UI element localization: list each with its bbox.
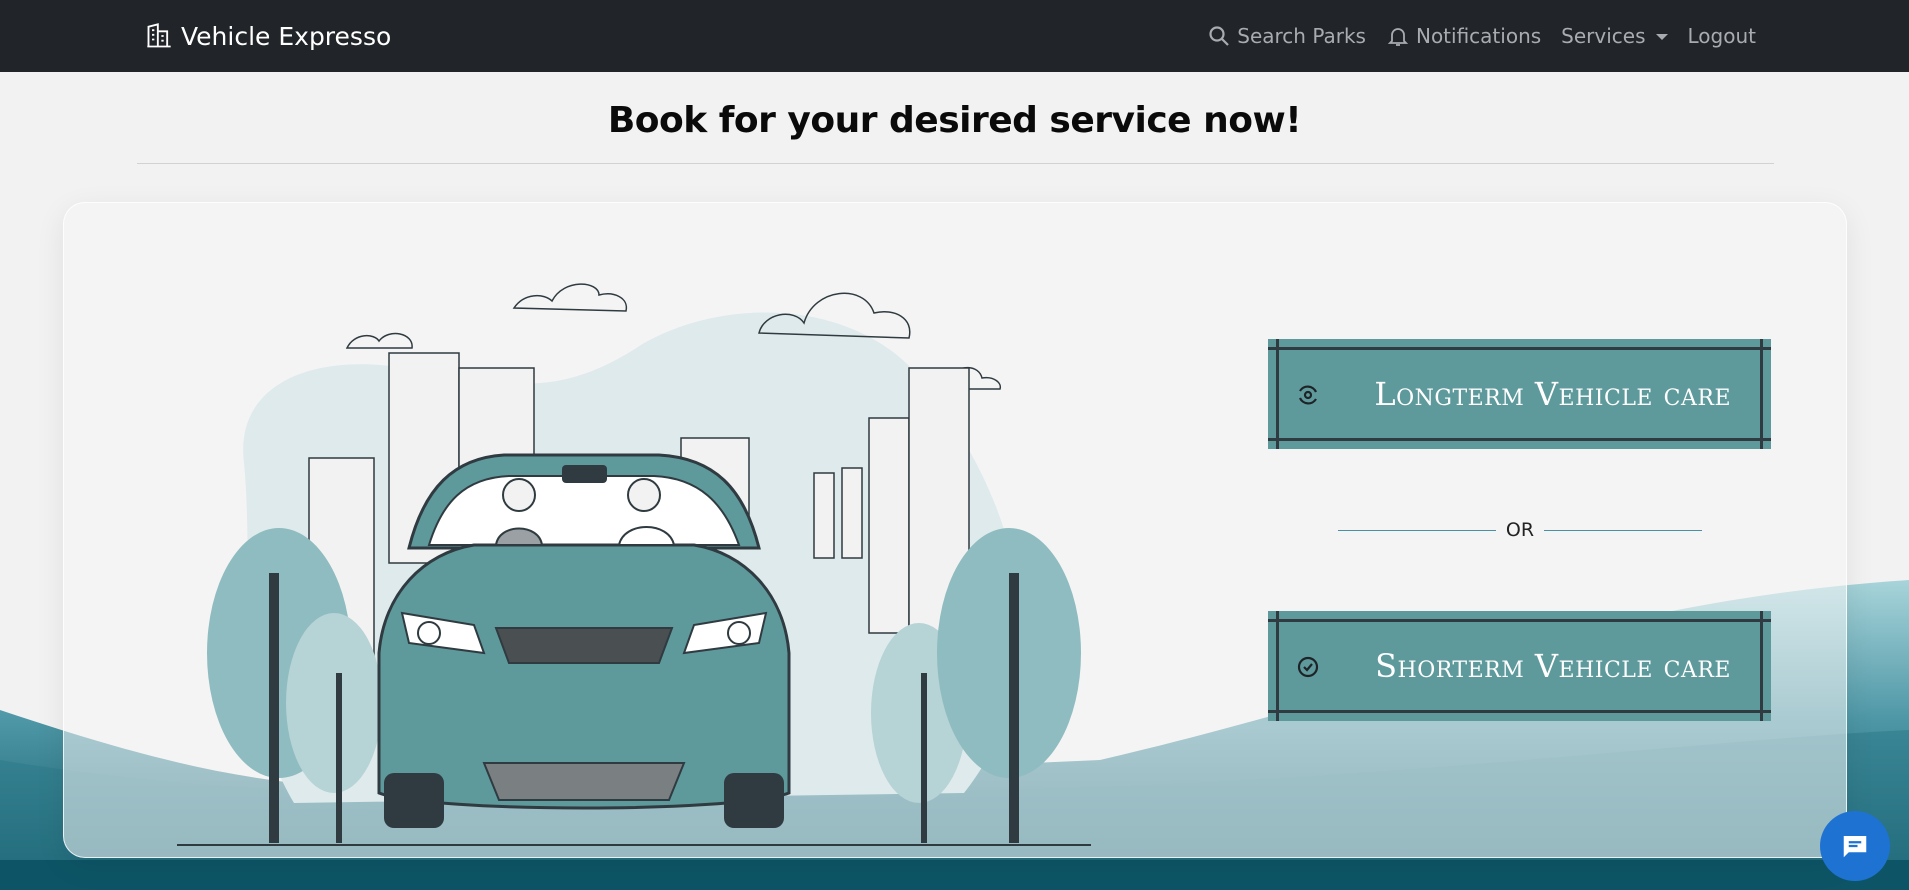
longterm-vehicle-care-button[interactable]: Longterm Vehicle care xyxy=(1268,339,1771,449)
nav-search-parks[interactable]: Search Parks xyxy=(1207,24,1366,48)
nav-search-label: Search Parks xyxy=(1237,24,1366,48)
longterm-label: Longterm Vehicle care xyxy=(1374,375,1731,413)
nav-notifications-label: Notifications xyxy=(1415,24,1542,48)
nav-services-label: Services xyxy=(1561,24,1646,48)
check-badge-icon xyxy=(1297,656,1319,678)
nav-notifications[interactable]: Notifications xyxy=(1386,24,1541,48)
brand-name: Vehicle Expresso xyxy=(181,21,392,51)
shortterm-label: Shorterm Vehicle care xyxy=(1375,647,1731,685)
search-icon xyxy=(1209,26,1230,46)
shortterm-vehicle-care-button[interactable]: Shorterm Vehicle care xyxy=(1268,611,1771,721)
brand-link[interactable]: Vehicle Expresso xyxy=(145,0,391,72)
nav-services-dropdown[interactable]: Services xyxy=(1561,24,1668,48)
car-city-illustration xyxy=(177,283,1091,846)
top-navbar: Vehicle Expresso Search Parks Notificati… xyxy=(0,0,1909,72)
nav-logout-label: Logout xyxy=(1687,24,1756,48)
chevron-down-icon xyxy=(1655,34,1668,40)
bell-icon xyxy=(1387,28,1409,46)
page-title: Book for your desired service now! xyxy=(607,100,1302,141)
title-divider xyxy=(137,163,1774,164)
nav-logout[interactable]: Logout xyxy=(1688,24,1756,48)
chat-icon xyxy=(1843,836,1867,858)
or-separator: OR xyxy=(1338,518,1703,542)
or-text: OR xyxy=(1505,519,1535,541)
chat-button[interactable] xyxy=(1820,811,1890,881)
refresh-eye-icon xyxy=(1298,385,1318,405)
buildings-icon xyxy=(147,23,171,48)
